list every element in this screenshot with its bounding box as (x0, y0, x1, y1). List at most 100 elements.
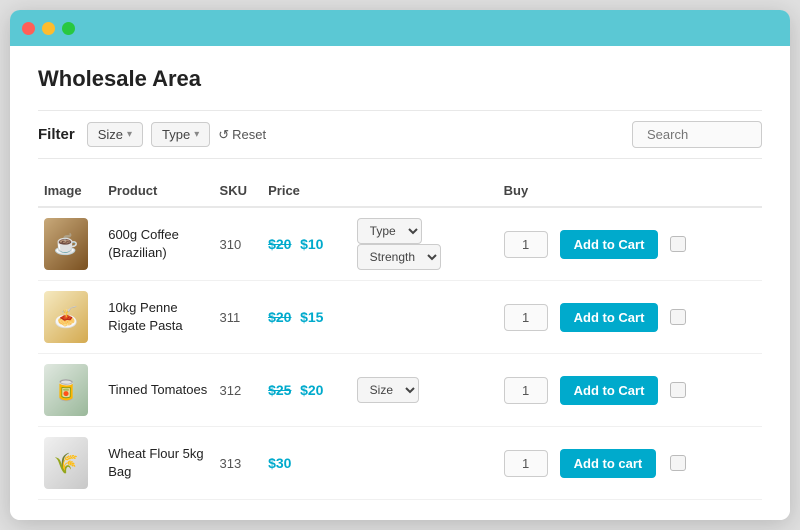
col-header-check (741, 175, 762, 207)
col-header-sku: SKU (214, 175, 263, 207)
chevron-down-icon: ▾ (194, 129, 199, 140)
price-new: $15 (300, 309, 323, 325)
checkbox-cell (664, 427, 740, 500)
sku-value: 310 (220, 237, 242, 252)
price-new: $10 (300, 236, 323, 252)
product-name-cell: 600g Coffee (Brazilian) (102, 207, 213, 281)
action-cell: Add to Cart (554, 207, 665, 281)
buy-qty-cell (498, 281, 554, 354)
filter-label: Filter (38, 126, 75, 143)
sku-cell: 310 (214, 207, 263, 281)
type-filter-label: Type (162, 127, 190, 142)
table-header-row: Image Product SKU Price Buy (38, 175, 762, 207)
product-name: 600g Coffee (Brazilian) (108, 227, 179, 260)
add-to-cart-button[interactable]: Add to Cart (560, 230, 659, 259)
page-content: Wholesale Area Filter Size ▾ Type ▾ ↺ Re… (10, 46, 790, 520)
product-image-cell: ☕ (38, 207, 102, 281)
maximize-dot[interactable] (62, 22, 75, 35)
buy-qty-cell (498, 427, 554, 500)
sku-value: 313 (220, 456, 242, 471)
price-new: $20 (300, 382, 323, 398)
sku-cell: 311 (214, 281, 263, 354)
checkbox-cell (664, 207, 740, 281)
chevron-down-icon: ▾ (127, 129, 132, 140)
product-image: 🍝 (44, 291, 88, 343)
checkbox-cell (664, 281, 740, 354)
reset-icon: ↺ (218, 127, 229, 143)
sku-value: 312 (220, 383, 242, 398)
product-image-cell: 🌾 (38, 427, 102, 500)
size-filter-label: Size (98, 127, 123, 142)
price-cell: $30 (262, 427, 351, 500)
price-single: $30 (268, 455, 291, 471)
product-name-cell: Wheat Flour 5kg Bag (102, 427, 213, 500)
options-cell (351, 427, 498, 500)
row-checkbox[interactable] (670, 236, 686, 252)
product-name: 10kg Penne Rigate Pasta (108, 300, 182, 333)
filter-bar: Filter Size ▾ Type ▾ ↺ Reset (38, 110, 762, 159)
reset-label: Reset (232, 127, 266, 142)
table-row: 🥫 Tinned Tomatoes 312 $25 $20 Size (38, 354, 762, 427)
options-cell: Size (351, 354, 498, 427)
col-header-image: Image (38, 175, 102, 207)
search-input[interactable] (632, 121, 762, 148)
table-row: ☕ 600g Coffee (Brazilian) 310 $20 $10 (38, 207, 762, 281)
product-name: Wheat Flour 5kg Bag (108, 446, 203, 479)
table-row: 🌾 Wheat Flour 5kg Bag 313 $30 (38, 427, 762, 500)
action-cell: Add to cart (554, 427, 665, 500)
sku-value: 311 (220, 310, 241, 325)
reset-filter-button[interactable]: ↺ Reset (218, 127, 266, 143)
product-name: Tinned Tomatoes (108, 382, 207, 397)
buy-qty-cell (498, 207, 554, 281)
size-filter-button[interactable]: Size ▾ (87, 122, 143, 147)
product-image: ☕ (44, 218, 88, 270)
close-dot[interactable] (22, 22, 35, 35)
type-filter-button[interactable]: Type ▾ (151, 122, 210, 147)
table-row: 🍝 10kg Penne Rigate Pasta 311 $20 $15 (38, 281, 762, 354)
checkbox-cell (664, 354, 740, 427)
price-old: $20 (268, 309, 291, 325)
row-checkbox[interactable] (670, 382, 686, 398)
quantity-input[interactable] (504, 304, 548, 331)
price-old: $25 (268, 382, 291, 398)
add-to-cart-button[interactable]: Add to Cart (560, 303, 659, 332)
product-image: 🥫 (44, 364, 88, 416)
price-cell: $25 $20 (262, 354, 351, 427)
add-to-cart-button[interactable]: Add to cart (560, 449, 657, 478)
type-option-select[interactable]: Type (357, 218, 422, 244)
row-checkbox[interactable] (670, 309, 686, 325)
sku-cell: 312 (214, 354, 263, 427)
col-header-qty (554, 175, 665, 207)
options-cell (351, 281, 498, 354)
titlebar (10, 10, 790, 46)
price-old: $20 (268, 236, 291, 252)
col-header-options (351, 175, 498, 207)
price-cell: $20 $10 (262, 207, 351, 281)
quantity-input[interactable] (504, 231, 548, 258)
page-title: Wholesale Area (38, 66, 762, 92)
main-window: Wholesale Area Filter Size ▾ Type ▾ ↺ Re… (10, 10, 790, 520)
product-image-cell: 🥫 (38, 354, 102, 427)
product-name-cell: Tinned Tomatoes (102, 354, 213, 427)
col-header-product: Product (102, 175, 213, 207)
col-header-price: Price (262, 175, 351, 207)
col-header-buy: Buy (498, 175, 554, 207)
product-image-cell: 🍝 (38, 281, 102, 354)
size-option-select[interactable]: Size (357, 377, 419, 403)
product-image: 🌾 (44, 437, 88, 489)
quantity-input[interactable] (504, 450, 548, 477)
col-header-action (664, 175, 740, 207)
product-name-cell: 10kg Penne Rigate Pasta (102, 281, 213, 354)
minimize-dot[interactable] (42, 22, 55, 35)
price-cell: $20 $15 (262, 281, 351, 354)
row-checkbox[interactable] (670, 455, 686, 471)
options-cell: Type Strength (351, 207, 498, 281)
products-table: Image Product SKU Price Buy ☕ (38, 175, 762, 500)
strength-option-select[interactable]: Strength (357, 244, 441, 270)
add-to-cart-button[interactable]: Add to Cart (560, 376, 659, 405)
action-cell: Add to Cart (554, 281, 665, 354)
sku-cell: 313 (214, 427, 263, 500)
action-cell: Add to Cart (554, 354, 665, 427)
buy-qty-cell (498, 354, 554, 427)
quantity-input[interactable] (504, 377, 548, 404)
